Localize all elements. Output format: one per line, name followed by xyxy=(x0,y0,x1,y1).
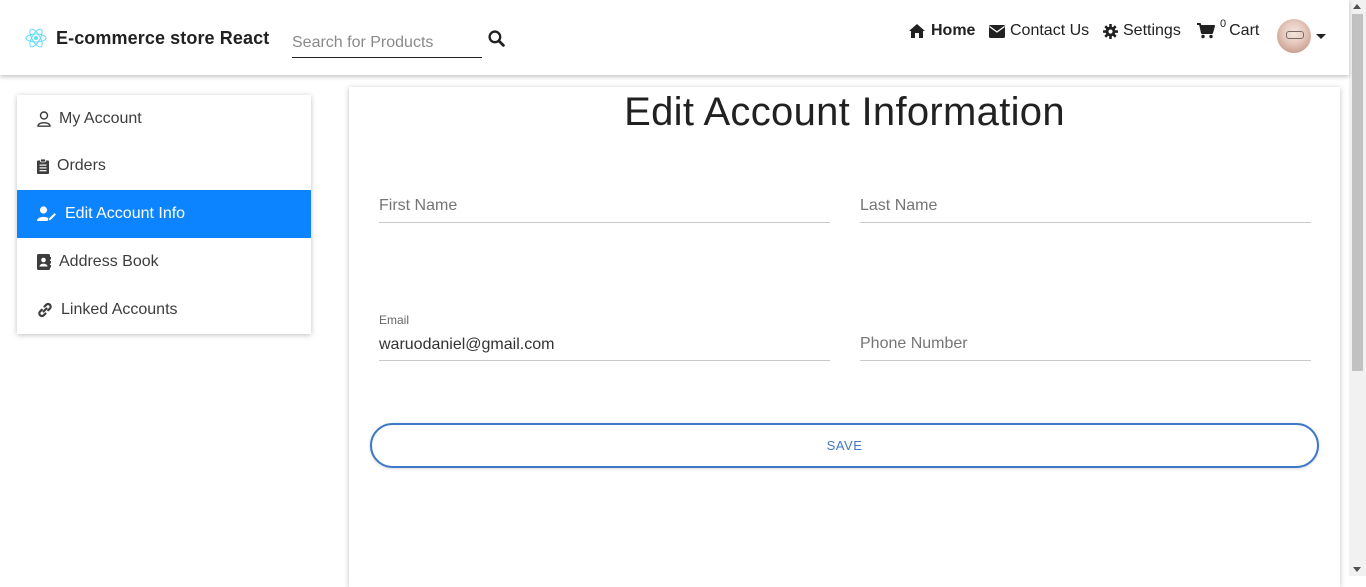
sidebar-item-address-book[interactable]: Address Book xyxy=(17,238,311,286)
search-button[interactable] xyxy=(486,28,506,48)
nav-cart-label: Cart xyxy=(1229,22,1260,39)
brand[interactable]: E-commerce store React xyxy=(24,26,269,50)
vertical-scrollbar[interactable] xyxy=(1349,0,1366,576)
scroll-down-arrow-icon[interactable] xyxy=(1353,567,1361,572)
chevron-down-icon xyxy=(1316,33,1326,39)
phone-number-placeholder: Phone Number xyxy=(860,335,968,352)
nav-cart-link[interactable]: 0 Cart xyxy=(1197,18,1260,40)
nav-settings-label: Settings xyxy=(1123,22,1181,39)
scroll-up-arrow-icon[interactable] xyxy=(1353,4,1361,9)
sidebar-item-my-account[interactable]: My Account xyxy=(17,95,311,142)
user-menu[interactable] xyxy=(1277,19,1326,53)
nav-home-link[interactable]: Home xyxy=(908,22,975,40)
search-icon xyxy=(487,29,505,47)
edit-account-card: Edit Account Information First Name Last… xyxy=(349,87,1340,587)
sidebar-item-label: Linked Accounts xyxy=(61,301,178,318)
user-icon xyxy=(37,110,51,127)
sidebar-item-orders[interactable]: Orders xyxy=(17,142,311,190)
save-button[interactable]: SAVE xyxy=(370,423,1319,468)
nav-settings-link[interactable]: Settings xyxy=(1103,22,1181,40)
brand-name: E-commerce store React xyxy=(56,27,270,48)
account-sidebar: My Account Orders Edit Account Info Addr… xyxy=(17,95,311,334)
sidebar-item-label: Edit Account Info xyxy=(65,205,186,222)
email-value: waruodaniel@gmail.com xyxy=(379,336,555,353)
first-name-field[interactable]: First Name xyxy=(379,183,830,223)
email-field[interactable]: Email waruodaniel@gmail.com xyxy=(379,313,830,361)
link-icon xyxy=(38,302,52,318)
clipboard-icon xyxy=(37,158,49,174)
first-name-placeholder: First Name xyxy=(379,197,458,214)
scroll-thumb[interactable] xyxy=(1352,14,1363,371)
shopping-cart-icon xyxy=(1197,23,1215,39)
sidebar-item-label: Orders xyxy=(57,157,106,174)
email-label: Email xyxy=(379,313,410,327)
nav-contact-link[interactable]: Contact Us xyxy=(989,22,1089,40)
last-name-placeholder: Last Name xyxy=(860,197,938,214)
last-name-field[interactable]: Last Name xyxy=(860,183,1311,223)
home-icon xyxy=(909,24,925,38)
cart-count-badge: 0 xyxy=(1220,18,1227,30)
address-book-icon xyxy=(37,254,51,270)
page-title: Edit Account Information xyxy=(624,90,1065,134)
envelope-icon xyxy=(989,24,1005,38)
avatar xyxy=(1277,19,1311,53)
navbar: E-commerce store React Home Contact Us xyxy=(0,0,1349,75)
search-bar xyxy=(292,28,505,58)
sidebar-item-label: My Account xyxy=(59,109,142,127)
nav-home-label: Home xyxy=(931,22,976,39)
sidebar-item-label: Address Book xyxy=(59,253,159,270)
react-logo-icon xyxy=(25,28,47,48)
nav-contact-label: Contact Us xyxy=(1010,22,1090,39)
search-input[interactable] xyxy=(292,28,482,58)
user-edit-icon xyxy=(37,206,57,222)
sidebar-item-linked-accounts[interactable]: Linked Accounts xyxy=(17,286,311,334)
gear-icon xyxy=(1103,23,1118,39)
sidebar-item-edit-account-info[interactable]: Edit Account Info xyxy=(17,190,311,238)
phone-number-field[interactable]: Phone Number xyxy=(860,313,1311,361)
